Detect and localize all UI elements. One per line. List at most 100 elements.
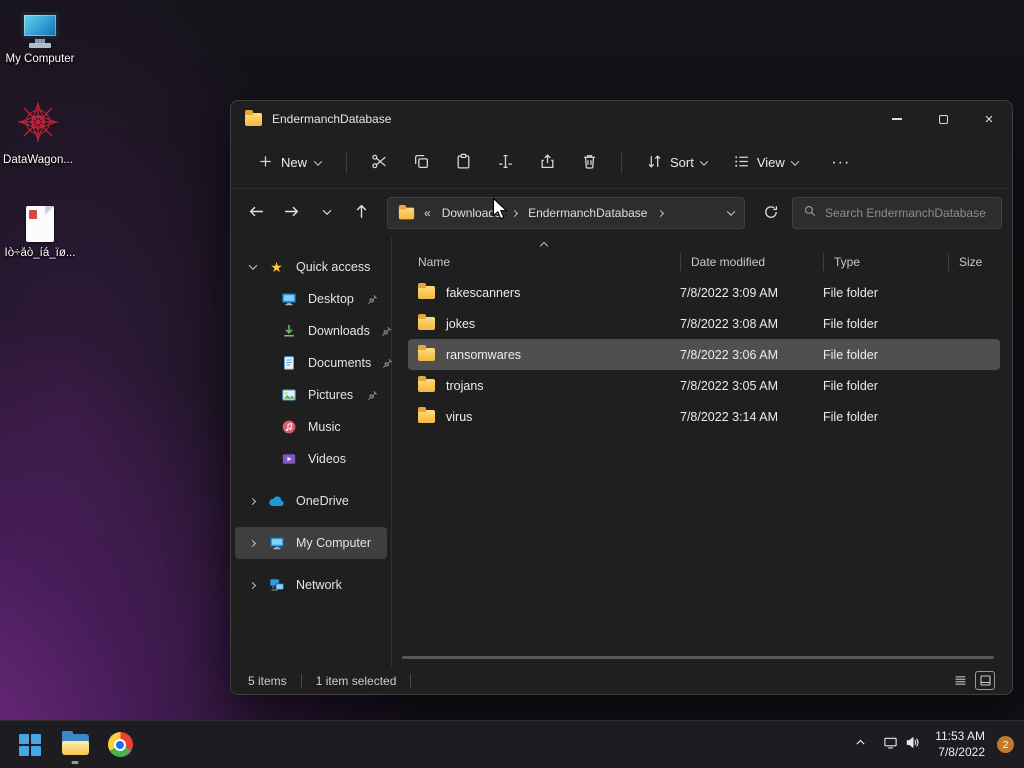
new-button[interactable]: New [247, 147, 332, 179]
document-icon [280, 355, 297, 371]
sidebar-label: Desktop [308, 292, 354, 306]
file-name: ransomwares [446, 347, 522, 362]
file-row-ransomwares[interactable]: ransomwares 7/8/2022 3:06 AM File folder [408, 339, 1000, 370]
share-button[interactable] [529, 146, 565, 180]
desktop-icon-my-computer[interactable]: My Computer [1, 12, 79, 66]
system-tray-status[interactable] [878, 727, 925, 763]
volume-icon [905, 735, 920, 755]
desktop-icon-document[interactable]: Ìò÷åò_íá_ïø... [1, 206, 79, 260]
chevron-down-icon [699, 156, 709, 166]
window-folder-icon [245, 109, 262, 126]
cut-icon [371, 153, 388, 173]
maximize-button[interactable] [920, 101, 966, 137]
clock-date: 7/8/2022 [938, 744, 985, 759]
taskbar-chrome-button[interactable] [100, 725, 140, 765]
details-view-button[interactable] [950, 671, 970, 690]
copy-button[interactable] [403, 146, 439, 180]
start-button[interactable] [10, 725, 50, 765]
forward-button[interactable] [276, 198, 307, 229]
sidebar-item-music[interactable]: Music [235, 411, 387, 443]
share-icon [539, 153, 556, 173]
up-button[interactable] [346, 198, 377, 229]
chevron-down-icon [248, 261, 257, 270]
tray-overflow-button[interactable] [849, 727, 872, 763]
see-more-button[interactable]: ··· [824, 146, 858, 180]
notification-badge[interactable]: 2 [997, 736, 1014, 753]
desktop-icon-datawagon[interactable]: DataWagon... [0, 100, 77, 167]
paste-icon [455, 153, 472, 173]
window-titlebar[interactable]: EndermanchDatabase × [231, 101, 1012, 137]
column-header-size[interactable]: Size [948, 253, 1000, 271]
sidebar-item-pictures[interactable]: Pictures [235, 379, 387, 411]
large-icons-view-button[interactable] [975, 671, 995, 690]
sidebar-item-desktop[interactable]: Desktop [235, 283, 387, 315]
breadcrumb-downloads[interactable]: Downloads [440, 204, 503, 222]
breadcrumb-overflow[interactable]: « [424, 206, 431, 220]
column-header-type[interactable]: Type [823, 253, 948, 271]
chevron-up-icon [854, 736, 867, 754]
sidebar-label: Network [296, 578, 342, 592]
delete-button[interactable] [571, 146, 607, 180]
chevron-down-icon [320, 205, 334, 222]
address-bar[interactable]: « Downloads EndermanchDatabase [387, 197, 745, 229]
music-icon [280, 419, 297, 435]
refresh-button[interactable] [755, 198, 786, 229]
navigation-bar: « Downloads EndermanchDatabase [231, 189, 1012, 237]
address-dropdown-icon[interactable] [726, 207, 736, 216]
clock-time: 11:53 AM [935, 728, 985, 743]
search-box[interactable] [792, 197, 1002, 229]
file-date: 7/8/2022 3:08 AM [680, 316, 778, 331]
sidebar-item-network[interactable]: Network [235, 569, 387, 601]
column-header-name[interactable]: Name [418, 253, 680, 271]
sidebar-item-quick-access[interactable]: ★ Quick access [235, 251, 387, 283]
view-button[interactable]: View [723, 146, 808, 180]
back-button[interactable] [241, 198, 272, 229]
file-row-trojans[interactable]: trojans 7/8/2022 3:05 AM File folder [408, 370, 1000, 401]
file-row-jokes[interactable]: jokes 7/8/2022 3:08 AM File folder [408, 308, 1000, 339]
rename-button[interactable] [487, 146, 523, 180]
taskbar-file-explorer-button[interactable] [55, 725, 95, 765]
search-input[interactable] [825, 206, 991, 220]
horizontal-scrollbar[interactable] [402, 656, 994, 659]
breadcrumb-endermanchdatabase[interactable]: EndermanchDatabase [526, 204, 649, 222]
file-list: Name Date modified Type Size fakescanner… [392, 237, 1012, 667]
star-icon: ★ [270, 258, 283, 275]
pin-icon [367, 294, 378, 305]
video-icon [280, 451, 297, 467]
desktop-icon-label: Ìò÷åò_íá_ïø... [4, 247, 76, 259]
copy-icon [413, 153, 430, 173]
maximize-icon [938, 114, 948, 124]
sort-button[interactable]: Sort [636, 146, 717, 180]
file-row-virus[interactable]: virus 7/8/2022 3:14 AM File folder [408, 401, 1000, 432]
large-icons-view-icon [980, 675, 990, 686]
taskbar: 11:53 AM 7/8/2022 2 [0, 720, 1024, 768]
column-header-date-modified[interactable]: Date modified [680, 253, 823, 271]
file-name: virus [446, 409, 473, 424]
item-count: 5 items [248, 673, 287, 688]
chevron-down-icon [313, 156, 323, 166]
sort-label: Sort [670, 155, 694, 170]
chevron-right-icon [248, 539, 257, 547]
sidebar-item-documents[interactable]: Documents [235, 347, 393, 379]
close-button[interactable]: × [966, 101, 1012, 137]
column-headers: Name Date modified Type Size [408, 241, 1000, 277]
sidebar-item-videos[interactable]: Videos [235, 443, 387, 475]
file-row-fakescanners[interactable]: fakescanners 7/8/2022 3:09 AM File folde… [408, 277, 1000, 308]
toolbar-divider [621, 151, 623, 174]
paste-button[interactable] [445, 146, 481, 180]
sidebar-item-my-computer[interactable]: My Computer [235, 527, 387, 559]
recent-locations-button[interactable] [311, 198, 342, 229]
folder-icon [418, 407, 435, 423]
cut-button[interactable] [361, 146, 397, 180]
sidebar-item-onedrive[interactable]: OneDrive [235, 485, 387, 517]
sidebar-item-downloads[interactable]: Downloads [235, 315, 391, 347]
desktop-icon-label: My Computer [5, 53, 75, 65]
file-explorer-icon [61, 731, 89, 755]
refresh-icon [763, 204, 779, 223]
folder-icon [418, 314, 435, 330]
taskbar-clock[interactable]: 11:53 AM 7/8/2022 [931, 727, 989, 763]
desktop-icon-label: DataWagon... [3, 154, 73, 166]
trash-icon [581, 153, 598, 173]
sort-ascending-icon [539, 241, 549, 251]
minimize-button[interactable] [874, 101, 920, 137]
